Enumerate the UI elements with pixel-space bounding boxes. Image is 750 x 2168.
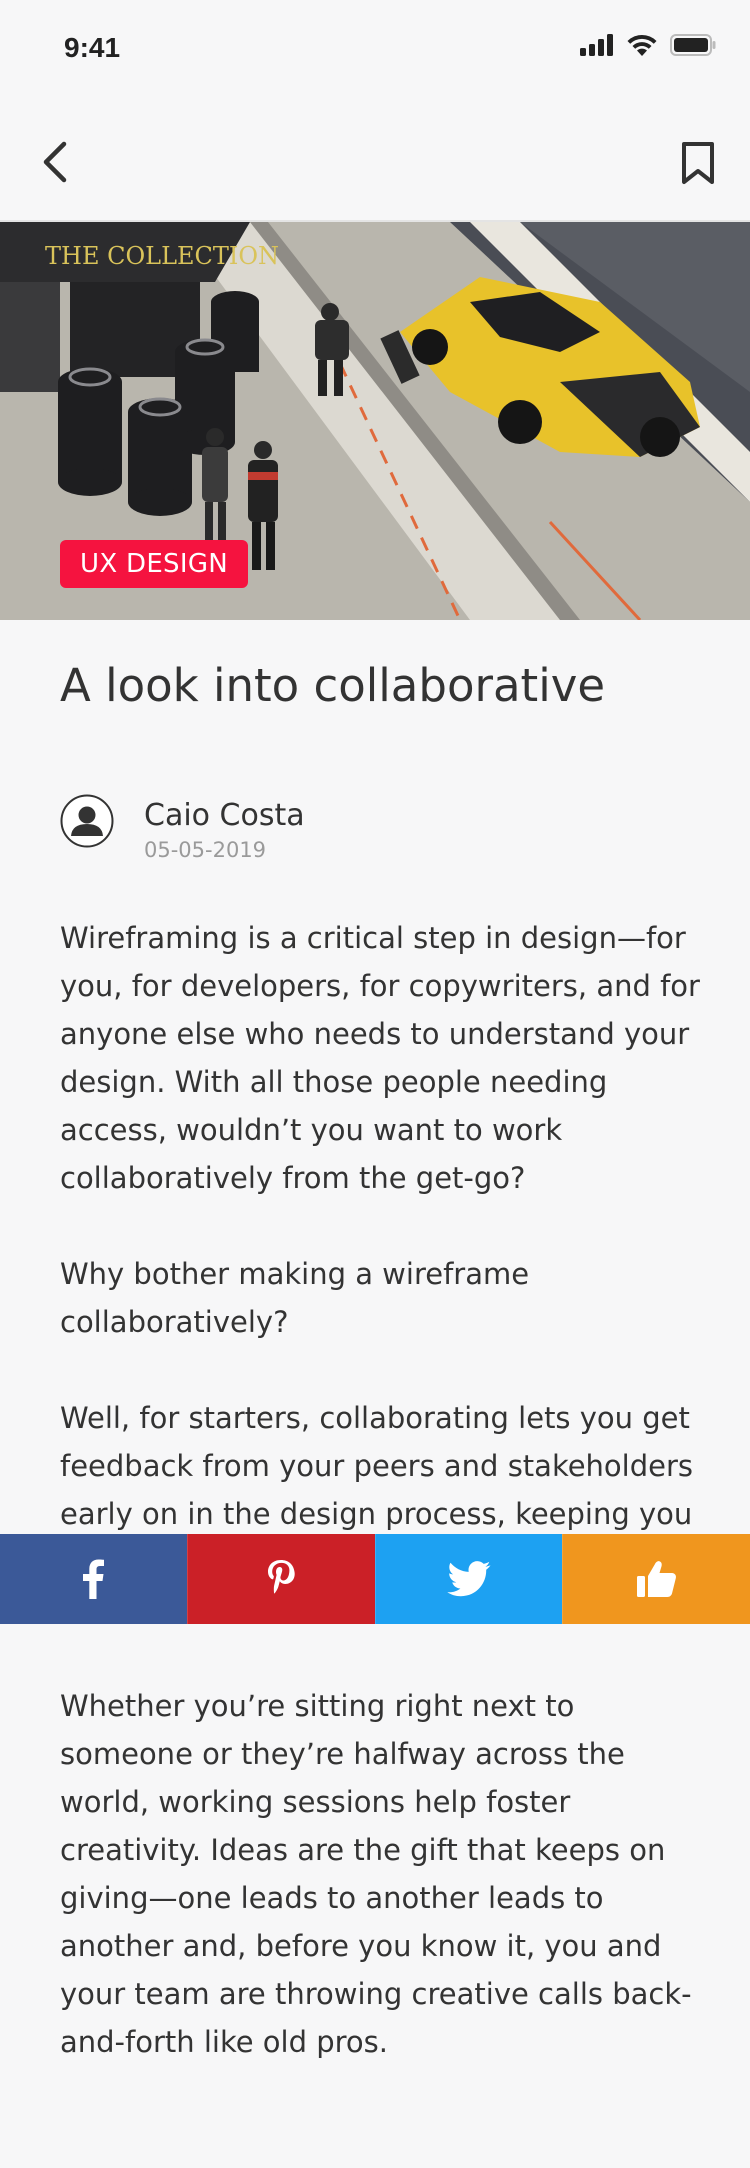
share-pinterest-button[interactable] [186,1534,375,1624]
article-paragraph: Well, for starters, collaborating lets y… [60,1401,694,1531]
article-title: A look into collaborative [60,659,606,712]
bookmark-icon [682,142,714,184]
article-body: Wireframing is a critical step in design… [60,914,700,2114]
category-tag[interactable]: UX DESIGN [60,540,249,588]
status-icons [580,34,716,56]
banner-text: THE COLLECTION [45,242,279,270]
author-info: Caio Costa 05-05-2019 [60,794,700,864]
wifi-icon [627,34,657,56]
article-paragraph: Wireframing is a critical step in design… [60,921,700,1195]
avatar[interactable] [60,794,114,848]
article-paragraph: Whether you’re sitting right next to som… [60,1689,692,2059]
chevron-left-icon [43,141,67,183]
status-bar: 9:41 [0,0,750,100]
bookmark-button[interactable] [676,132,720,192]
back-button[interactable] [36,132,76,192]
share-twitter-button[interactable] [374,1534,563,1624]
status-time: 9:41 [64,32,121,63]
author-name[interactable]: Caio Costa [144,798,305,833]
article-paragraph: Why bother making a wireframe collaborat… [60,1257,530,1339]
share-facebook-button[interactable] [0,1534,187,1624]
signal-icon [580,34,613,56]
pinterest-icon [268,1560,295,1594]
battery-icon [670,34,716,56]
facebook-icon [83,1559,105,1599]
publish-date: 05-05-2019 [144,838,267,862]
like-button[interactable] [562,1534,750,1624]
nav-bar [0,100,750,222]
twitter-icon [447,1561,491,1597]
share-bar [0,1534,750,1624]
thumbs-up-icon [636,1561,676,1597]
